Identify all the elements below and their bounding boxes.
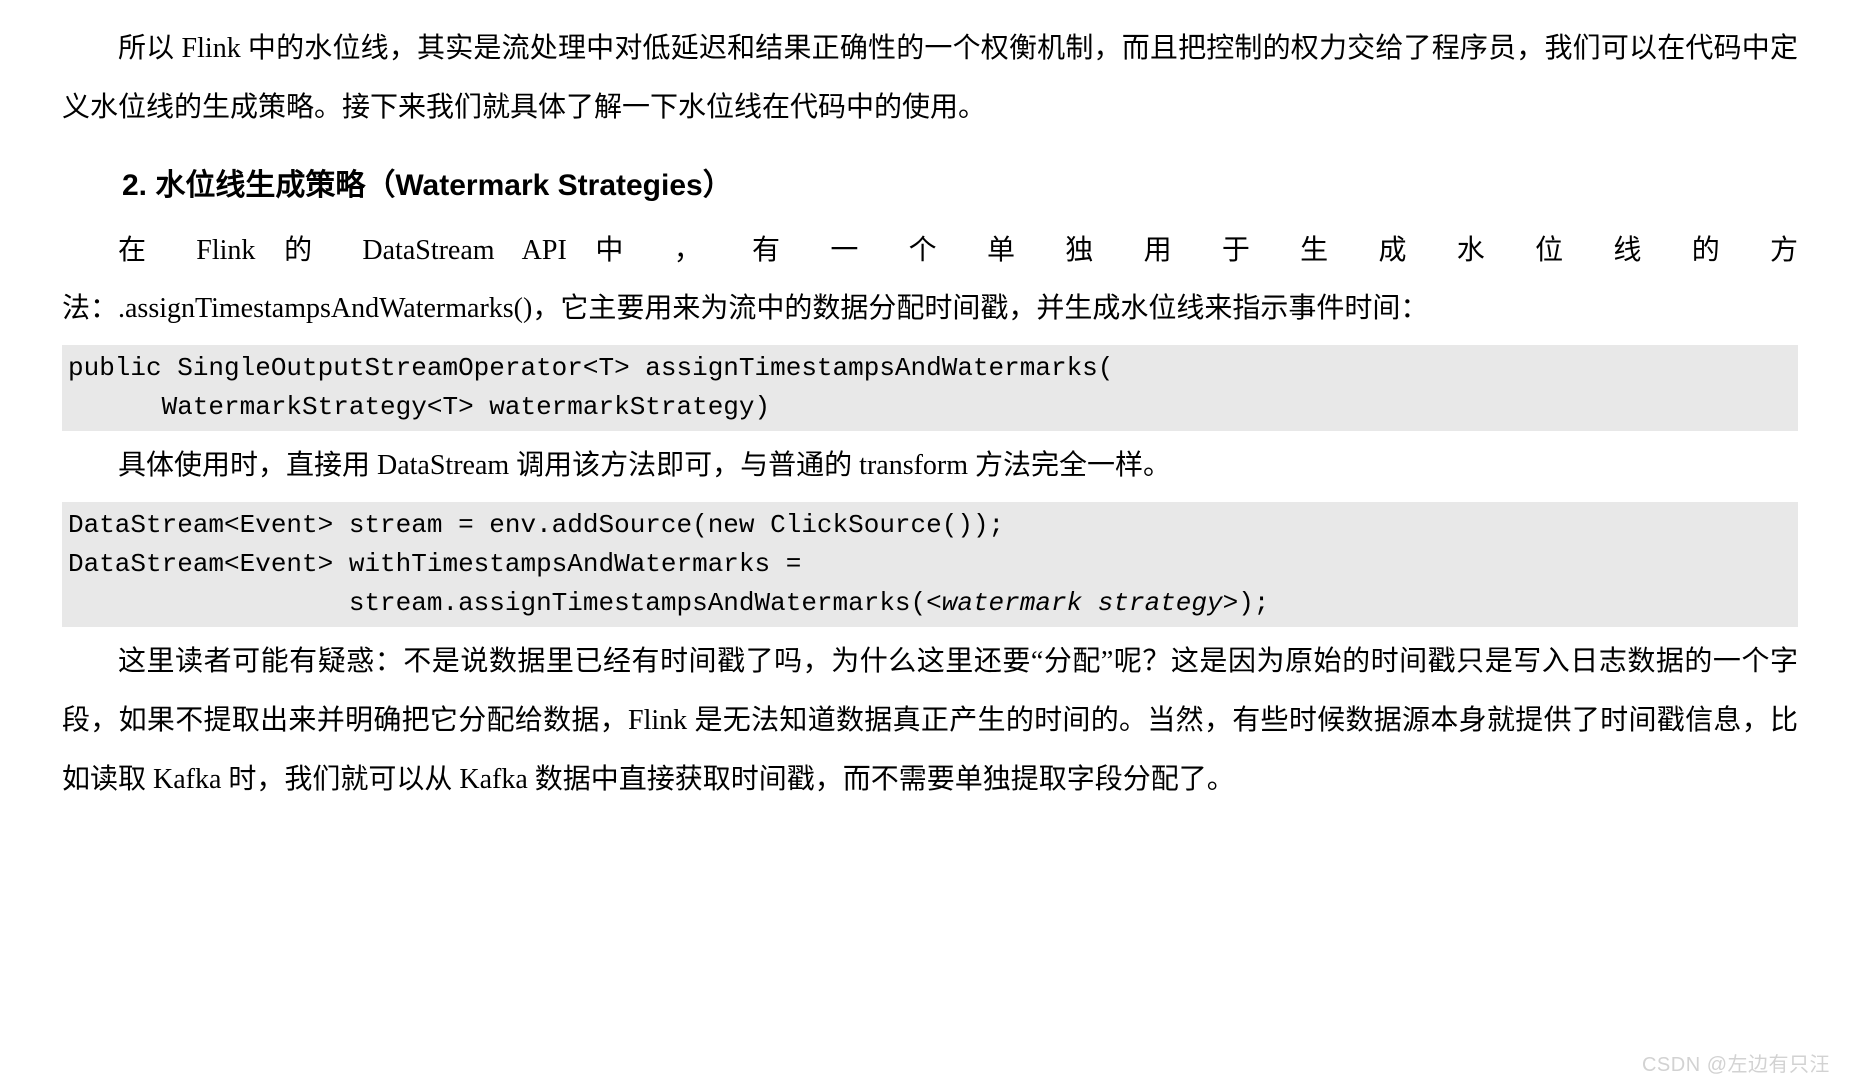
code-line: DataStream<Event> stream = env.addSource… [68, 510, 1004, 540]
section-heading: 2. 水位线生成策略（Watermark Strategies） [62, 160, 1798, 204]
code-line: WatermarkStrategy<T> watermarkStrategy) [68, 392, 770, 422]
code-block-1: public SingleOutputStreamOperator<T> ass… [62, 345, 1798, 431]
paragraph-4: 这里读者可能有疑惑：不是说数据里已经有时间戳了吗，为什么这里还要“分配”呢？这是… [62, 633, 1798, 809]
code-line: stream.assignTimestampsAndWatermarks(<wa… [68, 588, 1269, 618]
paragraph-2-rest: 法：.assignTimestampsAndWatermarks()，它主要用来… [62, 280, 1798, 339]
paragraph-3: 具体使用时，直接用 DataStream 调用该方法即可，与普通的 transf… [62, 437, 1798, 496]
paragraph-2-line1: 在 Flink 的 DataStream API 中 ， 有 一 个 单 独 用… [62, 222, 1798, 281]
code-line: public SingleOutputStreamOperator<T> ass… [68, 353, 1113, 383]
code-line: DataStream<Event> withTimestampsAndWater… [68, 549, 817, 579]
document-page: 所以 Flink 中的水位线，其实是流处理中对低延迟和结果正确性的一个权衡机制，… [0, 0, 1860, 1089]
code-block-2: DataStream<Event> stream = env.addSource… [62, 502, 1798, 627]
paragraph-1: 所以 Flink 中的水位线，其实是流处理中对低延迟和结果正确性的一个权衡机制，… [62, 20, 1798, 138]
csdn-watermark: CSDN @左边有只汪 [1642, 1048, 1830, 1077]
code-italic: <watermark strategy> [926, 588, 1238, 618]
